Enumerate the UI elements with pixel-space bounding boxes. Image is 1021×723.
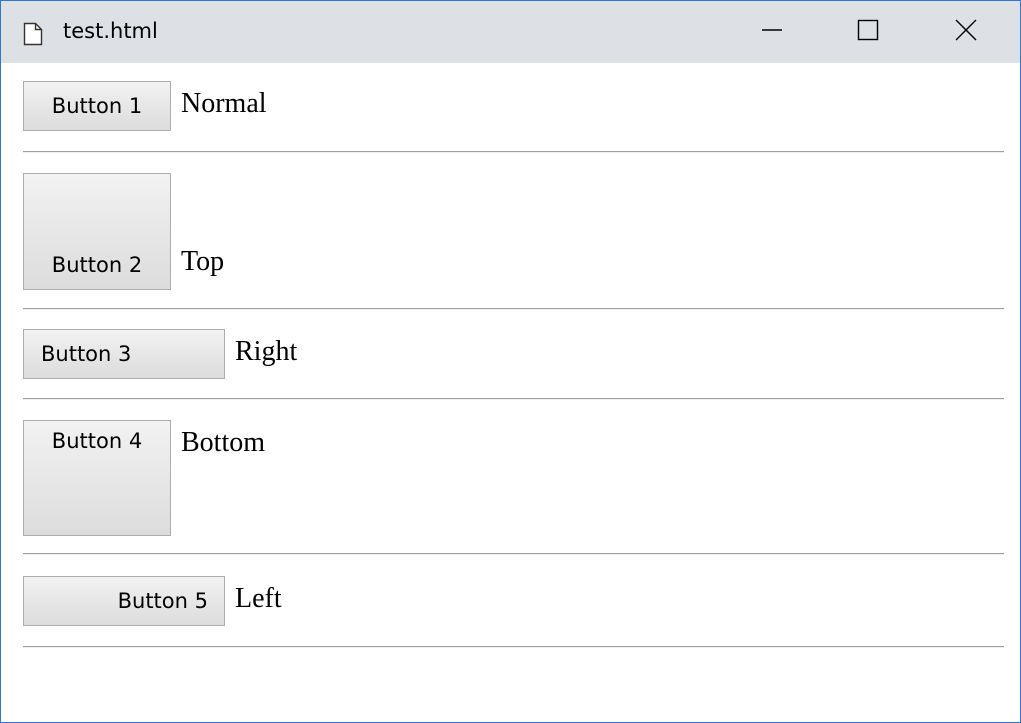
button-1[interactable]: Button 1 [23,81,171,131]
divider [23,646,1004,648]
minimize-button[interactable] [724,1,820,63]
caption-top: Top [181,246,225,277]
divider [23,553,1004,555]
button-2-label: Button 2 [51,253,143,277]
button-5-label: Button 5 [117,589,208,613]
divider [23,398,1004,400]
divider [23,151,1004,153]
caption-bottom: Bottom [181,427,266,458]
page-content: Button 1 Normal Button 2 Top Button 3 Ri… [1,63,1020,722]
caption-right: Right [235,336,298,367]
document-icon [23,22,43,46]
button-3-label: Button 3 [41,342,132,366]
maximize-icon [857,19,879,46]
button-2[interactable]: Button 2 [23,173,171,290]
button-5[interactable]: Button 5 [23,576,225,626]
caption-left: Left [235,583,282,614]
caption-normal: Normal [181,88,267,119]
browser-window: test.html Button 1 Normal Button 2 Top B… [0,0,1021,723]
maximize-button[interactable] [820,1,916,63]
button-4[interactable]: Button 4 [23,420,171,536]
minimize-icon [761,19,783,46]
button-4-label: Button 4 [51,429,143,453]
close-button[interactable] [918,1,1014,63]
title-bar[interactable]: test.html [1,1,1020,63]
close-icon [955,19,977,46]
divider [23,308,1004,310]
button-1-label: Button 1 [51,94,143,118]
button-3[interactable]: Button 3 [23,329,225,379]
window-title: test.html [63,19,158,43]
